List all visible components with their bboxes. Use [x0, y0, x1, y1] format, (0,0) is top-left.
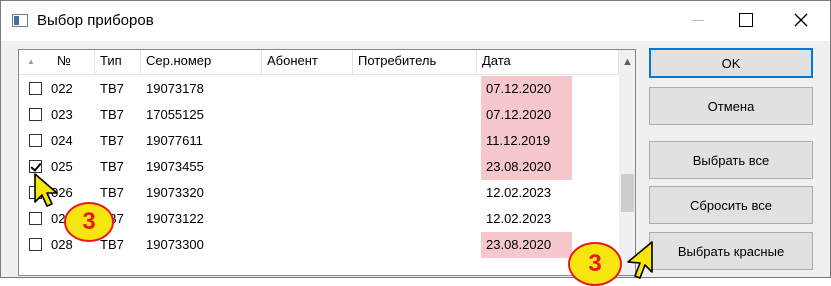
- row-checkbox[interactable]: [29, 238, 42, 251]
- row-date: 07.12.2020: [481, 76, 572, 102]
- minimize-icon: [692, 19, 704, 21]
- row-checkbox[interactable]: [29, 212, 42, 225]
- window-title: Выбор приборов: [37, 12, 154, 29]
- column-header-type[interactable]: Тип: [95, 50, 141, 74]
- row-serial: 19073320: [146, 185, 204, 200]
- sort-ascending-icon: ▲: [27, 57, 35, 66]
- row-number: 024: [51, 133, 73, 148]
- row-date: 07.12.2020: [481, 102, 572, 128]
- row-subscriber: [262, 206, 353, 232]
- column-header-serial[interactable]: Сер.номер: [141, 50, 262, 74]
- mouse-cursor-icon: [627, 241, 653, 279]
- row-date: 12.02.2023: [486, 185, 552, 200]
- step-badge: 3: [64, 202, 114, 242]
- table-row[interactable]: 024 ТВ7 19077611 11.12.2019: [19, 128, 619, 154]
- table-row[interactable]: 022 ТВ7 19073178 07.12.2020: [19, 76, 619, 102]
- column-header-consumer[interactable]: Потребитель: [353, 50, 477, 74]
- step-badge: 3: [568, 242, 622, 286]
- device-list[interactable]: ▲ № Тип Сер.номер Абонент Потребитель Да…: [18, 49, 636, 276]
- scroll-thumb[interactable]: [621, 174, 634, 212]
- row-serial: 19073122: [146, 211, 204, 226]
- table-row[interactable]: 023 ТВ7 17055125 07.12.2020: [19, 102, 619, 128]
- row-subscriber: [262, 180, 353, 206]
- close-icon: [794, 13, 808, 27]
- app-icon: [12, 14, 28, 27]
- row-type: ТВ7: [100, 185, 124, 200]
- column-header-number[interactable]: ▲ №: [19, 50, 95, 74]
- scroll-up-icon[interactable]: ▲: [619, 54, 635, 71]
- row-consumer: [353, 180, 477, 206]
- row-consumer: [353, 102, 477, 128]
- row-subscriber: [262, 232, 353, 258]
- ok-button[interactable]: OK: [649, 48, 813, 78]
- maximize-icon: [739, 13, 753, 27]
- row-consumer: [353, 232, 477, 258]
- row-serial: 19073178: [146, 81, 204, 96]
- device-selection-window: Выбор приборов ▲ № Тип Сер.номер Абонент…: [0, 0, 831, 278]
- title-bar: Выбор приборов: [1, 1, 830, 41]
- row-consumer: [353, 154, 477, 180]
- table-row[interactable]: 025 ТВ7 19073455 23.08.2020: [19, 154, 619, 180]
- cancel-button[interactable]: Отмена: [649, 87, 813, 125]
- table-row[interactable]: 028 ТВ7 19073300 23.08.2020: [19, 232, 619, 258]
- row-number: 023: [51, 107, 73, 122]
- row-type: ТВ7: [100, 133, 124, 148]
- column-label: №: [57, 53, 71, 68]
- row-serial: 19073300: [146, 237, 204, 252]
- row-subscriber: [262, 128, 353, 154]
- row-consumer: [353, 128, 477, 154]
- row-date: 23.08.2020: [481, 154, 572, 180]
- table-row[interactable]: 026 ТВ7 19073320 12.02.2023: [19, 180, 619, 206]
- row-serial: 17055125: [146, 107, 204, 122]
- row-serial: 19073455: [146, 159, 204, 174]
- row-date: 11.12.2019: [481, 128, 572, 154]
- row-consumer: [353, 76, 477, 102]
- mouse-cursor-icon: [34, 173, 58, 207]
- row-subscriber: [262, 154, 353, 180]
- close-button[interactable]: [778, 1, 824, 39]
- column-header-subscriber[interactable]: Абонент: [262, 50, 353, 74]
- select-red-button[interactable]: Выбрать красные: [649, 232, 813, 270]
- row-date: 12.02.2023: [486, 211, 552, 226]
- row-subscriber: [262, 76, 353, 102]
- row-type: ТВ7: [100, 81, 124, 96]
- row-number: 022: [51, 81, 73, 96]
- row-type: ТВ7: [100, 107, 124, 122]
- row-checkbox[interactable]: [29, 108, 42, 121]
- maximize-button[interactable]: [723, 1, 769, 39]
- list-header: ▲ № Тип Сер.номер Абонент Потребитель Да…: [19, 50, 635, 75]
- minimize-button[interactable]: [675, 1, 721, 39]
- row-type: ТВ7: [100, 159, 124, 174]
- row-checkbox[interactable]: [29, 134, 42, 147]
- row-serial: 19077611: [146, 133, 203, 148]
- row-subscriber: [262, 102, 353, 128]
- row-consumer: [353, 206, 477, 232]
- row-date: 23.08.2020: [481, 232, 572, 258]
- column-header-date[interactable]: Дата: [477, 50, 619, 74]
- reset-all-button[interactable]: Сбросить все: [649, 186, 813, 224]
- select-all-button[interactable]: Выбрать все: [649, 141, 813, 179]
- row-checkbox[interactable]: [29, 82, 42, 95]
